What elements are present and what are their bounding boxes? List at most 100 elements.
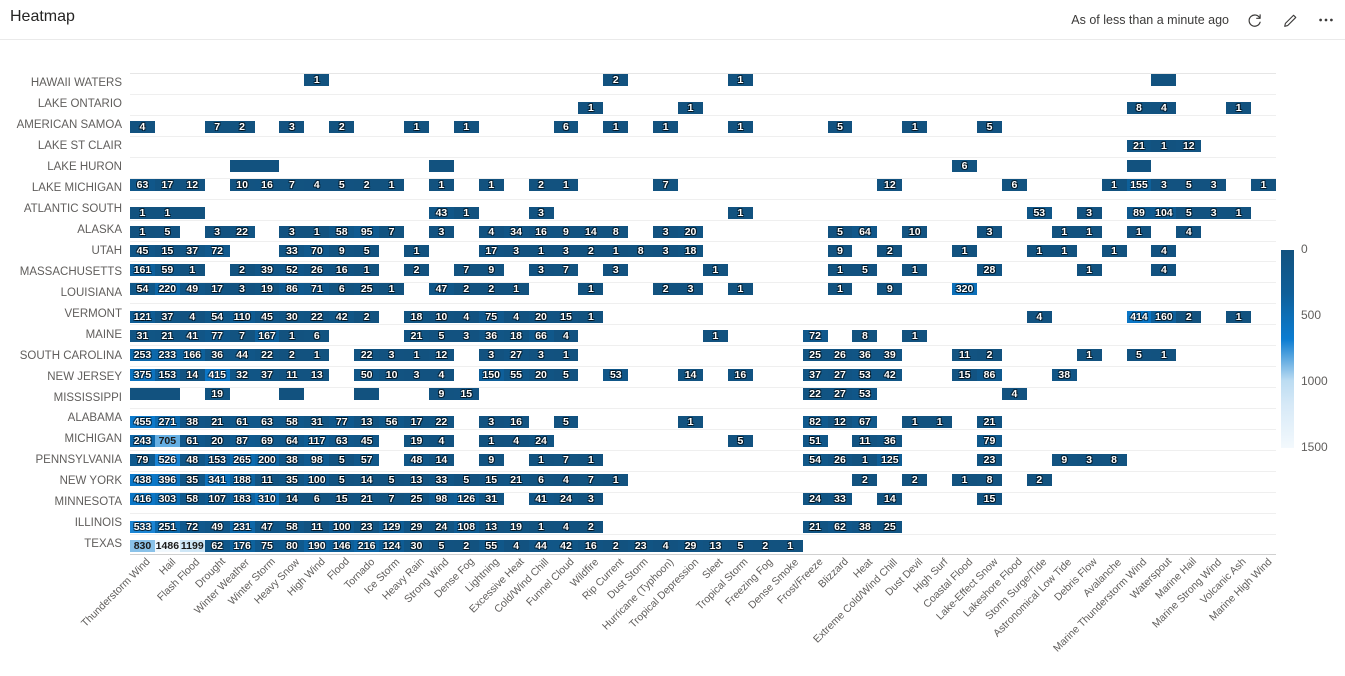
heatmap-cell[interactable]	[279, 388, 305, 401]
heatmap-cell[interactable]: 1	[1076, 225, 1102, 238]
heatmap-cell[interactable]: 1	[553, 178, 579, 191]
heatmap-cell[interactable]	[254, 159, 280, 172]
heatmap-cell[interactable]: 98	[428, 492, 454, 505]
heatmap-cell[interactable]: 415	[204, 369, 230, 382]
heatmap-cell[interactable]: 87	[229, 434, 255, 447]
heatmap-cell[interactable]: 107	[204, 492, 230, 505]
heatmap-cell[interactable]: 57	[354, 453, 380, 466]
heatmap-cell[interactable]: 8	[1126, 101, 1152, 114]
heatmap-cell[interactable]: 50	[354, 369, 380, 382]
heatmap-cell[interactable]: 14	[354, 473, 380, 486]
heatmap-cell[interactable]: 129	[379, 520, 405, 533]
heatmap-cell[interactable]: 2	[603, 539, 629, 552]
heatmap-cell[interactable]: 26	[827, 349, 853, 362]
heatmap-cell[interactable]: 1	[478, 434, 504, 447]
heatmap-cell[interactable]: 25	[877, 520, 903, 533]
heatmap-cell[interactable]: 2	[528, 178, 554, 191]
heatmap-cell[interactable]: 2	[653, 283, 679, 296]
heatmap-cell[interactable]: 526	[154, 453, 180, 466]
heatmap-cell[interactable]: 3	[1201, 206, 1227, 219]
heatmap-cell[interactable]: 2	[603, 74, 629, 86]
heatmap-cell[interactable]: 396	[154, 473, 180, 486]
heatmap-cell[interactable]: 10	[428, 311, 454, 324]
heatmap-cell[interactable]: 253	[130, 349, 155, 362]
heatmap-cell[interactable]: 21	[1126, 139, 1152, 152]
heatmap-cell[interactable]: 24	[553, 492, 579, 505]
heatmap-cell[interactable]: 2	[229, 120, 255, 133]
heatmap-cell[interactable]: 1	[927, 416, 953, 428]
heatmap-cell[interactable]: 20	[678, 225, 703, 238]
heatmap-cell[interactable]: 1	[503, 283, 529, 296]
heatmap-cell[interactable]: 37	[802, 369, 828, 382]
heatmap-cell[interactable]: 51	[802, 434, 828, 447]
heatmap-cell[interactable]: 9	[478, 453, 504, 466]
heatmap-cell[interactable]: 3	[653, 244, 679, 257]
heatmap-cell[interactable]: 55	[503, 369, 529, 382]
heatmap-cell[interactable]: 44	[229, 349, 255, 362]
heatmap-cell[interactable]: 1	[1126, 225, 1152, 238]
heatmap-cell[interactable]: 4	[453, 311, 479, 324]
heatmap-cell[interactable]: 38	[852, 520, 878, 533]
heatmap-cell[interactable]: 7	[229, 330, 255, 343]
heatmap-cell[interactable]: 1	[1076, 349, 1102, 362]
heatmap-cell[interactable]: 22	[802, 388, 828, 401]
heatmap-cell[interactable]: 5	[329, 178, 355, 191]
heatmap-cell[interactable]: 25	[802, 349, 828, 362]
heatmap-cell[interactable]: 4	[130, 120, 155, 133]
heatmap-cell[interactable]: 17	[478, 244, 504, 257]
heatmap-cell[interactable]: 341	[204, 473, 230, 486]
heatmap-cell[interactable]: 3	[1151, 178, 1177, 191]
heatmap-cell[interactable]: 33	[428, 473, 454, 486]
heatmap-cell[interactable]: 54	[802, 453, 828, 466]
heatmap-cell[interactable]: 1	[453, 206, 479, 219]
heatmap-cell[interactable]: 32	[229, 369, 255, 382]
heatmap-cell[interactable]: 41	[179, 330, 205, 343]
heatmap-cell[interactable]: 1	[130, 206, 155, 219]
heatmap-cell[interactable]: 79	[977, 434, 1002, 447]
heatmap-cell[interactable]: 3	[653, 225, 679, 238]
heatmap-cell[interactable]: 9	[877, 283, 903, 296]
heatmap-cell[interactable]: 2	[752, 539, 778, 552]
heatmap-cell[interactable]: 166	[179, 349, 205, 362]
heatmap-cell[interactable]: 59	[154, 264, 180, 277]
heatmap-cell[interactable]: 21	[503, 473, 529, 486]
heatmap-cell[interactable]: 24	[802, 492, 828, 505]
heatmap-cell[interactable]: 19	[254, 283, 280, 296]
heatmap-cell[interactable]: 5	[154, 225, 180, 238]
heatmap-cell[interactable]: 100	[304, 473, 330, 486]
heatmap-cell[interactable]: 22	[428, 416, 454, 428]
heatmap-cell[interactable]: 10	[229, 178, 255, 191]
heatmap-cell[interactable]: 15	[977, 492, 1002, 505]
heatmap-cell[interactable]: 35	[179, 473, 205, 486]
heatmap-cell[interactable]: 41	[528, 492, 554, 505]
heatmap-cell[interactable]: 125	[877, 453, 903, 466]
heatmap-cell[interactable]: 33	[279, 244, 305, 257]
heatmap-cell[interactable]: 3	[453, 330, 479, 343]
heatmap-cell[interactable]: 63	[130, 178, 155, 191]
heatmap-cell[interactable]: 5	[379, 473, 405, 486]
heatmap-cell[interactable]: 17	[404, 416, 429, 428]
heatmap-cell[interactable]: 1	[404, 120, 429, 133]
heatmap-cell[interactable]: 98	[304, 453, 330, 466]
heatmap-cell[interactable]: 4	[503, 434, 529, 447]
heatmap-cell[interactable]: 37	[179, 244, 205, 257]
heatmap-cell[interactable]: 5	[827, 225, 853, 238]
heatmap-cell[interactable]: 19	[204, 388, 230, 401]
heatmap-cell[interactable]: 233	[154, 349, 180, 362]
heatmap-cell[interactable]: 30	[279, 311, 305, 324]
heatmap-cell[interactable]: 3	[279, 225, 305, 238]
heatmap-cell[interactable]: 77	[204, 330, 230, 343]
heatmap-cell[interactable]: 4	[478, 225, 504, 238]
heatmap-cell[interactable]: 3	[404, 369, 429, 382]
heatmap-visual[interactable]: HAWAII WATERS LAKE ONTARIO AMERICAN SAMOA L…	[0, 40, 1345, 654]
heatmap-cell[interactable]: 16	[727, 369, 753, 382]
heatmap-cell[interactable]: 6	[528, 473, 554, 486]
heatmap-cell[interactable]: 4	[1176, 225, 1202, 238]
heatmap-cell[interactable]: 6	[329, 283, 355, 296]
heatmap-cell[interactable]	[428, 159, 454, 172]
heatmap-cell[interactable]: 16	[503, 416, 529, 428]
heatmap-cell[interactable]: 1	[827, 283, 853, 296]
heatmap-cell[interactable]: 2	[877, 244, 903, 257]
heatmap-cell[interactable]: 24	[428, 520, 454, 533]
heatmap-cell[interactable]: 11	[279, 369, 305, 382]
